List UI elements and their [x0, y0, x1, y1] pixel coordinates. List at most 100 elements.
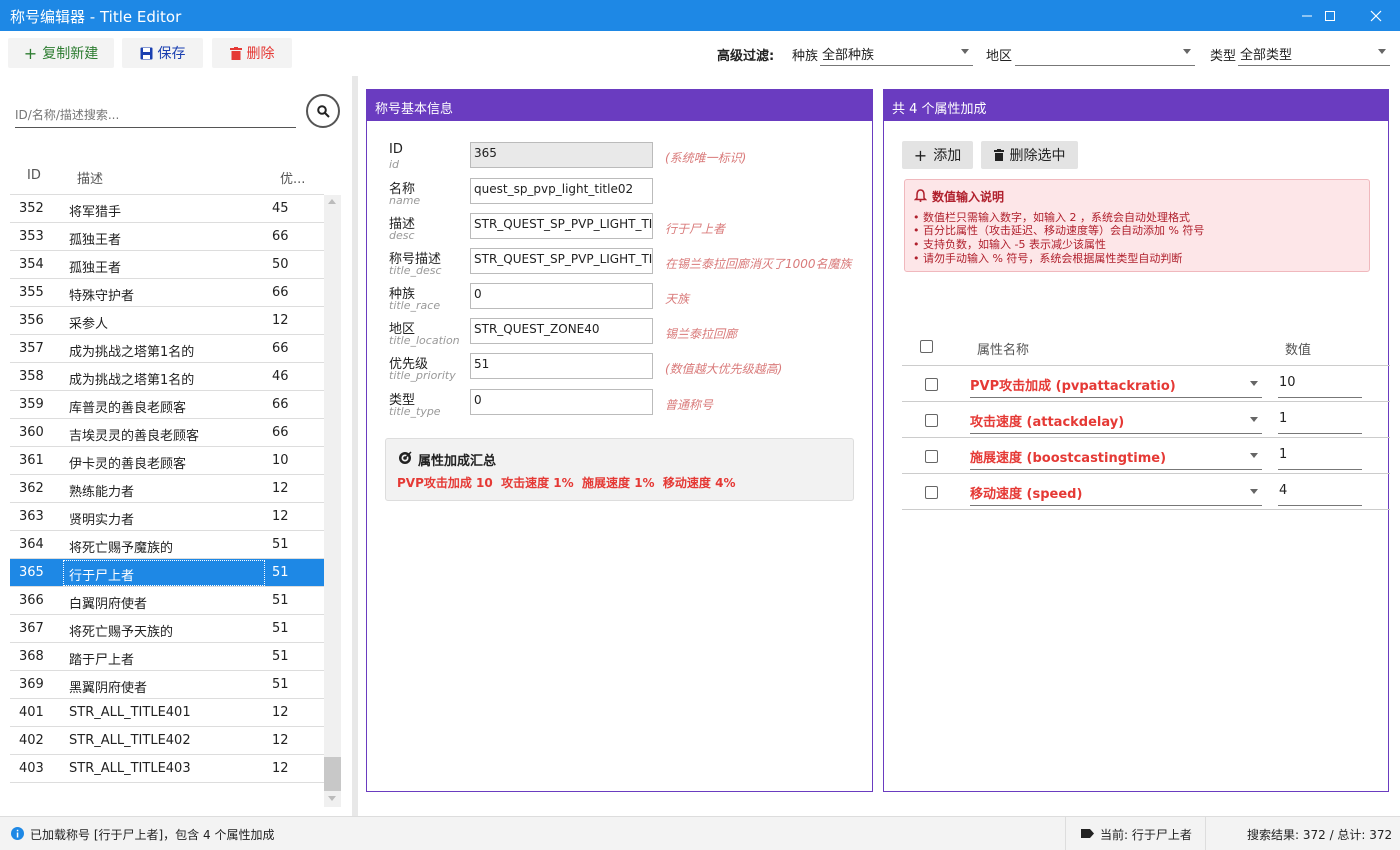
- col-header-value: 数值: [1285, 343, 1312, 358]
- list-item[interactable]: 359 库普灵的善良老顾客 66: [10, 391, 324, 419]
- field-desc: 描述 desc STR_QUEST_SP_PVP_LIGHT_TITLE 行于尸…: [389, 213, 859, 245]
- list-item[interactable]: 357 成为挑战之塔第1名的 66: [10, 335, 324, 363]
- race-value: 全部种族: [822, 48, 875, 63]
- list-item[interactable]: 402 STR_ALL_TITLE402 12: [10, 727, 324, 755]
- row-id: 359: [19, 397, 44, 412]
- close-button[interactable]: [1353, 0, 1399, 31]
- field-location: 地区 title_location STR_QUEST_ZONE40 锡兰泰拉回…: [389, 318, 859, 350]
- field-sublabel: title_desc: [389, 264, 442, 277]
- list-item[interactable]: 353 孤独王者 66: [10, 223, 324, 251]
- list-item[interactable]: 363 贤明实力者 12: [10, 503, 324, 531]
- basic-info-header: 称号基本信息: [367, 90, 872, 121]
- race-label: 种族: [792, 49, 819, 64]
- row-priority: 45: [272, 201, 289, 216]
- list-item[interactable]: 356 采参人 12: [10, 307, 324, 335]
- select-all-checkbox[interactable]: [920, 340, 933, 353]
- race-select[interactable]: 全部种族: [820, 40, 973, 66]
- title-bar: 称号编辑器 - Title Editor: [0, 0, 1400, 31]
- type-input[interactable]: 0: [470, 389, 653, 415]
- list-item[interactable]: 401 STR_ALL_TITLE401 12: [10, 699, 324, 727]
- title-list-panel: ID 描述 优... 352 将军猎手 45 353 孤独王者 66 354 孤独王者 50…: [0, 76, 352, 816]
- attribute-name-select[interactable]: 施展速度 (boostcastingtime): [970, 446, 1262, 470]
- save-button[interactable]: 保存: [122, 38, 203, 68]
- zone-label: 地区: [986, 49, 1013, 64]
- trash-icon: [993, 149, 1004, 161]
- list-item[interactable]: 355 特殊守护者 66: [10, 279, 324, 307]
- list-item[interactable]: 368 踏于尸上者 51: [10, 643, 324, 671]
- field-hint: 行于尸上者: [665, 222, 726, 236]
- target-icon: [399, 451, 412, 464]
- list-item[interactable]: 362 熟练能力者 12: [10, 475, 324, 503]
- row-priority: 51: [272, 593, 289, 608]
- row-checkbox[interactable]: [925, 378, 938, 391]
- field-sublabel: title_location: [389, 334, 460, 347]
- list-item[interactable]: 369 黑翼阴府使者 51: [10, 671, 324, 699]
- list-item[interactable]: 364 将死亡赐予魔族的 51: [10, 531, 324, 559]
- attribute-name-select[interactable]: 攻击速度 (attackdelay): [970, 410, 1262, 434]
- attribute-value-input[interactable]: 10: [1278, 374, 1362, 398]
- title-desc-input[interactable]: STR_QUEST_SP_PVP_LIGHT_TITLE: [470, 248, 653, 274]
- list-scrollbar[interactable]: [324, 195, 341, 807]
- location-input[interactable]: STR_QUEST_ZONE40: [470, 318, 653, 344]
- attribute-value-input[interactable]: 1: [1278, 410, 1362, 434]
- list-item[interactable]: 360 吉埃灵灵的善良老顾客 66: [10, 419, 324, 447]
- panel-splitter[interactable]: [352, 76, 358, 816]
- list-item-selected[interactable]: 365 行于尸上者 51: [10, 559, 324, 587]
- row-checkbox[interactable]: [925, 450, 938, 463]
- col-header-priority[interactable]: 优...: [280, 168, 305, 187]
- attribute-summary-box: 属性加成汇总 PVP攻击加成 10 攻击速度 1% 施展速度 1% 移动速度 4…: [385, 438, 854, 501]
- row-checkbox[interactable]: [925, 414, 938, 427]
- attribute-value-input[interactable]: 1: [1278, 446, 1362, 470]
- scroll-down-icon[interactable]: [328, 796, 336, 801]
- desc-input[interactable]: STR_QUEST_SP_PVP_LIGHT_TITLE: [470, 213, 653, 239]
- search-button[interactable]: [306, 94, 340, 128]
- row-priority: 12: [272, 509, 289, 524]
- title-list: 352 将军猎手 45 353 孤独王者 66 354 孤独王者 50 355 特殊守护者 66…: [10, 195, 324, 783]
- plus-icon: +: [23, 43, 38, 63]
- row-priority: 66: [272, 229, 289, 244]
- row-desc: 伊卡灵的善良老顾客: [69, 457, 187, 472]
- maximize-button[interactable]: [1307, 0, 1353, 31]
- race-input[interactable]: 0: [470, 283, 653, 309]
- status-message: 已加载称号 [行于尸上者]，包含 4 个属性加成: [30, 828, 275, 842]
- attribute-name: 移动速度 (speed): [970, 487, 1083, 502]
- plus-icon: +: [913, 145, 928, 165]
- list-item[interactable]: 352 将军猎手 45: [10, 195, 324, 223]
- attribute-name-select[interactable]: PVP攻击加成 (pvpattackratio): [970, 374, 1262, 398]
- row-id: 355: [19, 285, 44, 300]
- row-desc: STR_ALL_TITLE403: [69, 761, 191, 776]
- col-header-desc[interactable]: 描述: [77, 168, 103, 187]
- field-sublabel: desc: [389, 229, 415, 242]
- row-id: 358: [19, 369, 44, 384]
- list-item[interactable]: 361 伊卡灵的善良老顾客 10: [10, 447, 324, 475]
- scroll-up-icon[interactable]: [328, 199, 336, 204]
- search-field[interactable]: [15, 103, 296, 128]
- type-select[interactable]: 全部类型: [1238, 40, 1390, 66]
- delete-selected-button[interactable]: 删除选中: [981, 141, 1078, 169]
- list-item[interactable]: 358 成为挑战之塔第1名的 46: [10, 363, 324, 391]
- name-input[interactable]: quest_sp_pvp_light_title02: [470, 178, 653, 204]
- copy-new-button[interactable]: + 复制新建: [8, 38, 114, 68]
- list-item[interactable]: 367 将死亡赐予天族的 51: [10, 615, 324, 643]
- scrollbar-thumb[interactable]: [324, 757, 341, 791]
- list-item[interactable]: 403 STR_ALL_TITLE403 12: [10, 755, 324, 783]
- add-attribute-button[interactable]: + 添加: [902, 141, 973, 169]
- close-icon: [1370, 10, 1382, 21]
- list-item[interactable]: 354 孤独王者 50: [10, 251, 324, 279]
- field-hint: (数值越大优先级越高): [665, 362, 783, 376]
- field-sublabel: title_type: [389, 405, 441, 418]
- zone-select[interactable]: [1015, 40, 1195, 66]
- row-priority: 10: [272, 453, 289, 468]
- priority-input[interactable]: 51: [470, 353, 653, 379]
- field-sublabel: id: [389, 158, 400, 171]
- field-label: ID: [389, 142, 403, 157]
- search-input[interactable]: [15, 103, 296, 127]
- bell-icon: [914, 189, 927, 202]
- list-item[interactable]: 366 白翼阴府使者 51: [10, 587, 324, 615]
- attribute-name-select[interactable]: 移动速度 (speed): [970, 482, 1262, 506]
- row-checkbox[interactable]: [925, 486, 938, 499]
- summary-title: 属性加成汇总: [418, 454, 497, 469]
- col-header-id[interactable]: ID: [27, 168, 41, 183]
- attribute-value-input[interactable]: 4: [1278, 482, 1362, 506]
- delete-button[interactable]: 删除: [212, 38, 292, 68]
